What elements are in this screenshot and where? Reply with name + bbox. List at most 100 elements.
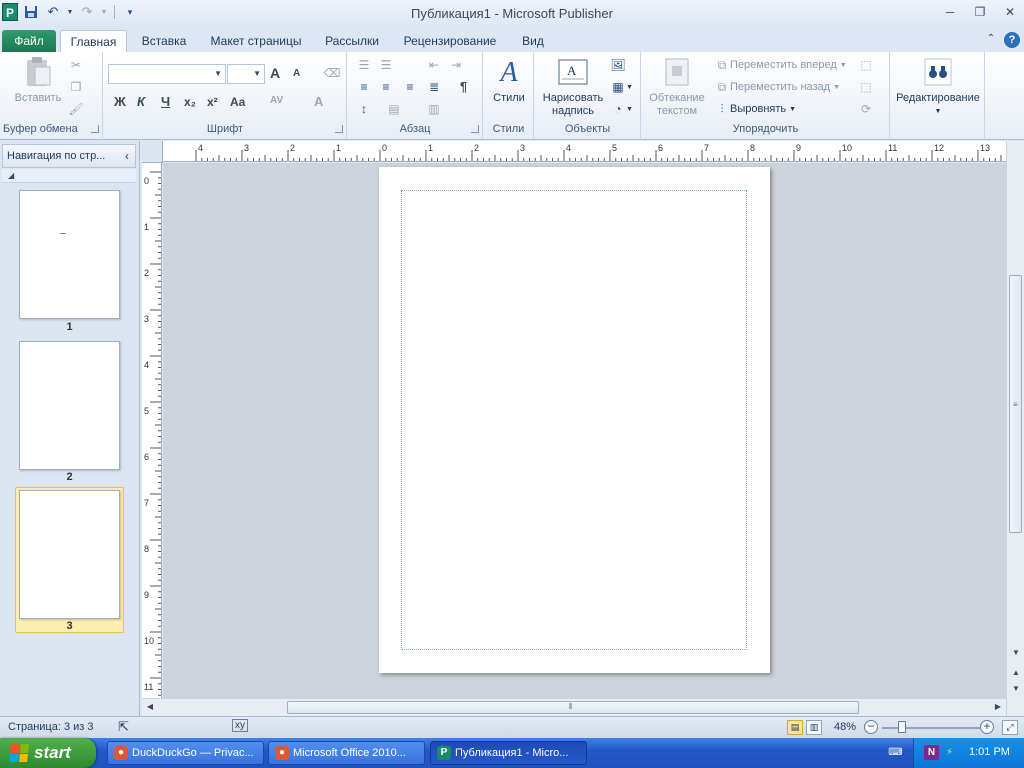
font-color-button[interactable]: A xyxy=(314,94,323,109)
tab-mailings[interactable]: Рассылки xyxy=(318,30,386,52)
decrease-indent-button[interactable]: ⇤ xyxy=(426,56,442,74)
bullets-button[interactable]: ☰ xyxy=(356,56,372,74)
format-painter-button[interactable]: 🖌 xyxy=(68,100,84,118)
draw-text-box-button[interactable]: A Нарисовать надпись xyxy=(538,56,608,118)
picture-button[interactable]: 🖼 xyxy=(610,56,626,74)
page-thumbnail-3[interactable] xyxy=(19,490,120,619)
zoom-slider-knob[interactable] xyxy=(898,721,906,733)
vertical-scroll-thumb[interactable]: ≡ xyxy=(1009,275,1022,533)
copy-button[interactable]: ❐ xyxy=(68,78,84,96)
change-case-button[interactable]: Aa xyxy=(230,95,245,109)
tab-home[interactable]: Главная xyxy=(60,30,127,52)
collapse-nav-icon[interactable]: ‹ xyxy=(125,145,129,167)
styles-label: Стили xyxy=(493,92,525,104)
network-icon[interactable]: ⚡ xyxy=(942,745,957,760)
zoom-level[interactable]: 48% xyxy=(834,721,856,733)
vertical-ruler[interactable]: 0 1 2 3 4 5 6 7 8 9 10 11 xyxy=(142,163,162,698)
task-publisher[interactable]: P Публикация1 - Micro... xyxy=(430,741,587,765)
vertical-ruler-ticks: 0 1 2 3 4 5 6 7 8 9 10 11 xyxy=(144,171,161,696)
scroll-left-icon[interactable]: ◀ xyxy=(142,700,158,714)
tab-review[interactable]: Рецензирование xyxy=(394,30,506,52)
paragraph-launcher-icon[interactable] xyxy=(471,125,479,133)
two-page-view-button[interactable]: ▥ xyxy=(806,720,822,735)
single-page-view-button[interactable]: ▤ xyxy=(787,720,803,735)
underline-button[interactable]: Ч xyxy=(161,94,170,109)
tab-page-design[interactable]: Макет страницы xyxy=(202,30,310,52)
paste-label: Вставить xyxy=(14,92,62,104)
previous-page-icon[interactable]: ▲ xyxy=(1008,666,1024,680)
vertical-scrollbar[interactable]: ≡ ▼ ▲ ▼ xyxy=(1006,141,1024,716)
zoom-in-button[interactable]: + xyxy=(980,720,994,734)
increase-indent-button[interactable]: ⇥ xyxy=(448,56,464,74)
paste-button[interactable]: Вставить xyxy=(10,56,66,105)
tab-file[interactable]: Файл xyxy=(2,30,56,52)
restore-button[interactable]: ❐ xyxy=(970,4,990,20)
shapes-button[interactable]: ◔ ▼ xyxy=(610,100,633,118)
onenote-icon[interactable]: N xyxy=(924,745,939,760)
horizontal-scrollbar[interactable]: ◀ ⦀ ▶ xyxy=(142,698,1006,716)
font-size-combo[interactable]: ▼ xyxy=(227,64,265,84)
task-microsoft-office[interactable]: ● Microsoft Office 2010... xyxy=(268,741,425,765)
table-button[interactable]: ▦ ▼ xyxy=(610,78,633,96)
publication-page[interactable] xyxy=(379,167,770,673)
bring-forward-button[interactable]: ⧉ Переместить вперед ▼ xyxy=(714,56,847,74)
zoom-slider-track[interactable] xyxy=(882,727,980,729)
char-spacing-button[interactable]: AV xyxy=(270,95,283,106)
italic-button[interactable]: К xyxy=(137,94,145,109)
help-icon[interactable]: ? xyxy=(1004,32,1020,48)
line-spacing-button[interactable]: ↕ xyxy=(356,100,372,118)
align-button[interactable]: ⫶ Выровнять ▼ xyxy=(714,100,796,118)
numbering-button[interactable]: ☰ xyxy=(378,56,394,74)
group-paragraph: ☰ ☰ ⇤ ⇥ ≡ ≡ ≡ ≣ ¶ ↕ ▤ ▥ Абзац xyxy=(348,52,483,138)
bold-button[interactable]: Ж xyxy=(114,94,126,109)
styles-button[interactable]: A Стили xyxy=(487,56,531,105)
align-right-button[interactable]: ≡ xyxy=(402,78,418,96)
editing-button[interactable]: Редактирование ▼ xyxy=(893,56,983,118)
shrink-font-button[interactable]: A xyxy=(293,68,300,79)
scroll-right-icon[interactable]: ▶ xyxy=(990,700,1006,714)
keyboard-icon[interactable]: ⌨ xyxy=(888,745,903,760)
rotate-button[interactable]: ⟳ xyxy=(858,100,874,118)
justify-button[interactable]: ≣ xyxy=(426,78,442,96)
group-objects-button[interactable]: ⬚ xyxy=(858,56,874,74)
show-formatting-button[interactable]: ¶ xyxy=(460,79,467,94)
minimize-button[interactable]: ─ xyxy=(940,4,960,20)
subscript-button[interactable]: x₂ xyxy=(184,95,196,109)
start-button[interactable]: start xyxy=(0,738,96,768)
horizontal-scroll-thumb[interactable]: ⦀ xyxy=(287,701,859,714)
next-page-icon[interactable]: ▼ xyxy=(1008,682,1024,696)
wrap-text-button[interactable]: Обтекание текстом xyxy=(644,56,710,118)
nav-pane-expand-icon[interactable]: ◢ xyxy=(2,169,136,183)
zoom-out-button[interactable]: − xyxy=(864,720,878,734)
page-info[interactable]: Страница: 3 из 3 xyxy=(8,721,94,733)
page-thumbnail-2[interactable] xyxy=(19,341,120,470)
align-center-button[interactable]: ≡ xyxy=(378,78,394,96)
ruler-label: 11 xyxy=(888,143,897,153)
align-left-button[interactable]: ≡ xyxy=(356,78,372,96)
task-duckduckgo[interactable]: ● DuckDuckGo — Privac... xyxy=(107,741,264,765)
ribbon-tabs: Файл Главная Вставка Макет страницы Расс… xyxy=(0,28,1024,52)
ungroup-objects-button[interactable]: ⬚ xyxy=(858,78,874,96)
page-thumbnail-1[interactable] xyxy=(19,190,120,319)
superscript-button[interactable]: x² xyxy=(207,95,218,109)
nav-pane-header[interactable]: Навигация по стр... ‹ xyxy=(2,144,136,168)
cut-button[interactable]: ✂ xyxy=(68,56,84,74)
horizontal-ruler[interactable]: 4 3 2 1 0 1 2 3 4 5 6 7 8 9 10 11 12 13 xyxy=(163,141,1006,162)
ruler-label: 4 xyxy=(198,143,203,153)
scroll-down-icon[interactable]: ▼ xyxy=(1008,646,1024,660)
close-button[interactable]: ✕ xyxy=(1000,4,1020,20)
shading-button[interactable]: ▤ xyxy=(386,100,402,118)
font-name-combo[interactable]: ▼ xyxy=(108,64,226,84)
clipboard-launcher-icon[interactable] xyxy=(91,125,99,133)
clear-formatting-button[interactable]: ⌫ xyxy=(324,64,341,82)
collapse-ribbon-icon[interactable]: ⌃ xyxy=(984,32,998,46)
columns-button[interactable]: ▥ xyxy=(426,100,442,118)
send-backward-button[interactable]: ⧉ Переместить назад ▼ xyxy=(714,78,840,96)
tab-view[interactable]: Вид xyxy=(514,30,552,52)
tab-insert[interactable]: Вставка xyxy=(134,30,194,52)
font-launcher-icon[interactable] xyxy=(335,125,343,133)
grow-font-button[interactable]: A xyxy=(270,65,280,81)
publication-workspace[interactable] xyxy=(163,163,1006,698)
fit-page-button[interactable]: ⤢ xyxy=(1002,720,1018,735)
ruler-label: 7 xyxy=(704,143,709,153)
